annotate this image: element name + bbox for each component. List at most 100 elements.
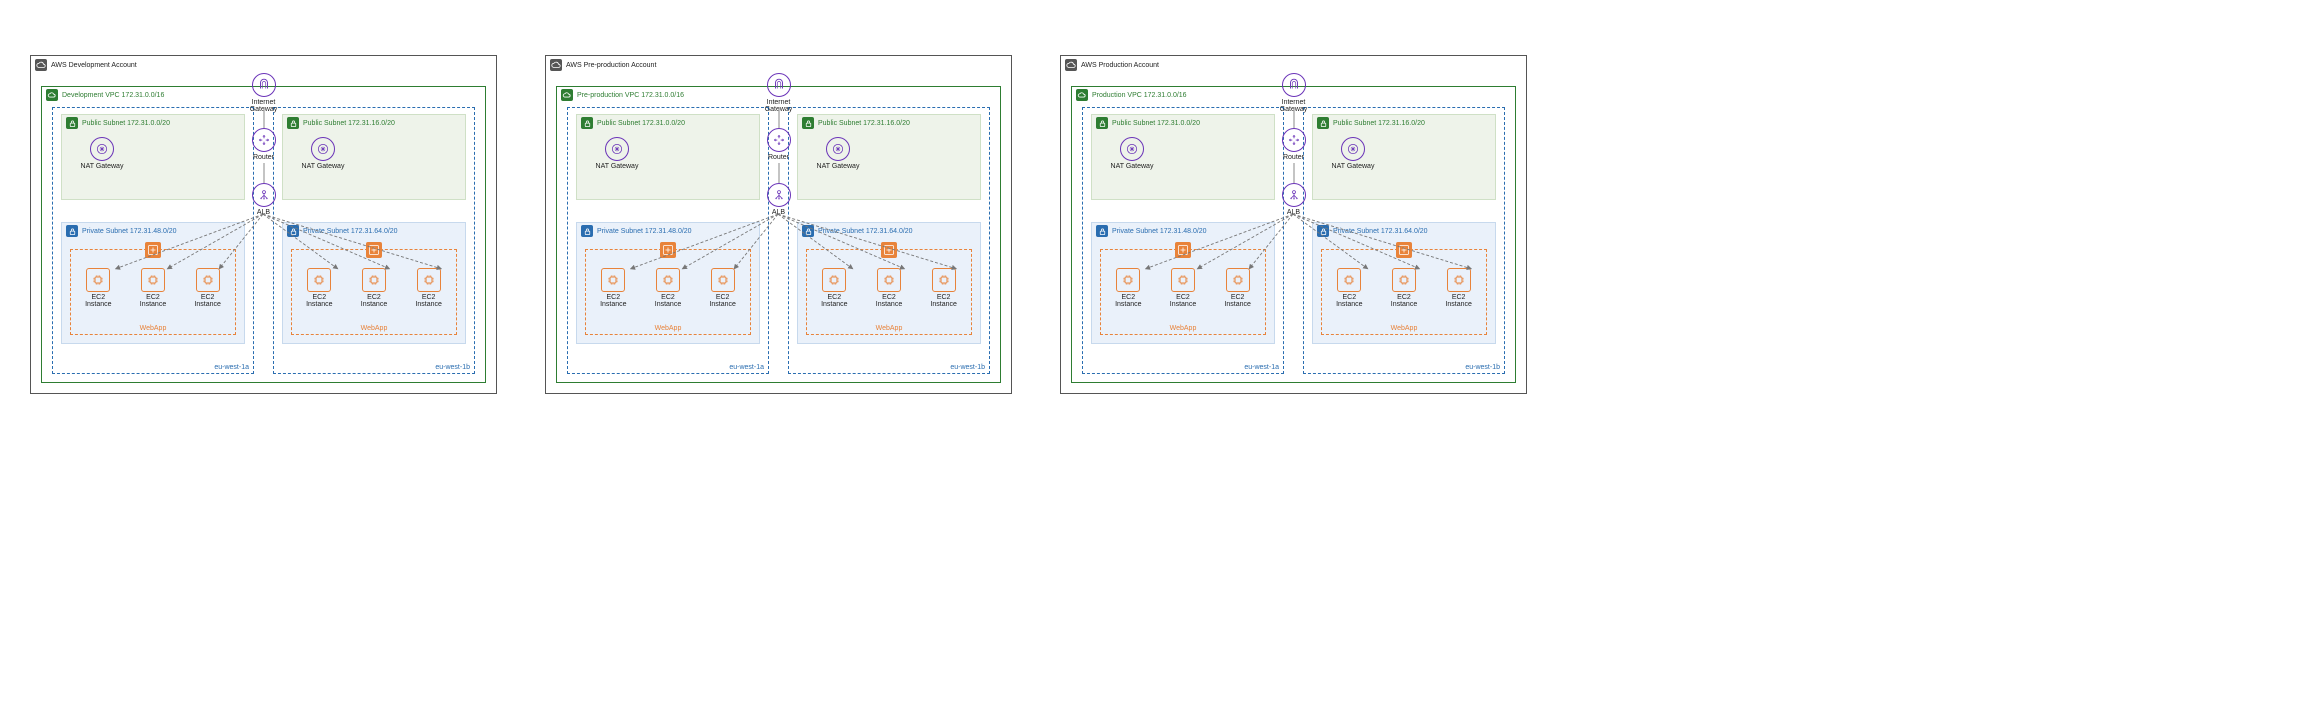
alb: ALB [1272,183,1316,216]
ec2-label: EC2 Instance [1329,294,1369,308]
public-subnet-header: Public Subnet 172.31.16.0/20 [1313,115,1429,131]
nat-gateway: NAT Gateway [293,137,353,170]
router-icon [767,128,791,152]
internet-gateway-icon [767,73,791,97]
ec2-label: EC2 Instance [1218,294,1258,308]
nat-gateway-label: NAT Gateway [1323,163,1383,170]
ec2-label: EC2 Instance [299,294,339,308]
ec2-label: EC2 Instance [78,294,118,308]
public-subnet: Public Subnet 172.31.0.0/20 NAT Gateway [61,114,245,200]
vpc: Pre-production VPC 172.31.0.0/16 Public … [556,86,1001,383]
private-subnet-header: Private Subnet 172.31.48.0/20 [577,223,696,239]
private-subnet-label: Private Subnet 172.31.64.0/20 [303,228,398,235]
lock-icon [1096,225,1108,237]
az-label: eu-west-1a [729,364,764,371]
ec2-label: EC2 Instance [133,294,173,308]
auto-scaling-group: EC2 Instance EC2 Instance EC2 Instance Web… [1100,249,1266,335]
connector-line [1293,107,1294,129]
connector-line [263,163,264,183]
alb: ALB [757,183,801,216]
router-icon [1282,128,1306,152]
alb-label: ALB [1272,209,1316,216]
ec2-row: EC2 InstanceEC2 InstanceEC2 Instance [71,268,235,308]
ec2-icon [1447,268,1471,292]
availability-zone: Public Subnet 172.31.16.0/20 NAT Gateway… [1303,107,1505,374]
nat-gateway-label: NAT Gateway [1102,163,1162,170]
router-label: Router [757,154,801,161]
alb-icon [252,183,276,207]
nat-gateway-icon [311,137,335,161]
az-label: eu-west-1b [435,364,470,371]
ec2-icon [932,268,956,292]
vpc-header: Production VPC 172.31.0.0/16 [1072,87,1191,103]
router: Router [757,128,801,161]
internet-gateway-icon [1282,73,1306,97]
account-title: AWS Production Account [1081,62,1159,69]
alb-icon [767,183,791,207]
ec2-instance: EC2 Instance [354,268,394,308]
public-subnet: Public Subnet 172.31.0.0/20 NAT Gateway [1091,114,1275,200]
lock-icon [1096,117,1108,129]
ec2-instance: EC2 Instance [1108,268,1148,308]
availability-zone: Public Subnet 172.31.16.0/20 NAT Gateway… [788,107,990,374]
lock-icon [802,117,814,129]
vpc-icon [1076,89,1088,101]
vpc: Development VPC 172.31.0.0/16 Public Sub… [41,86,486,383]
cloud-icon [1065,59,1077,71]
auto-scaling-group-icon [660,242,676,258]
availability-zone: Public Subnet 172.31.0.0/20 NAT Gateway … [1082,107,1284,374]
ec2-icon [877,268,901,292]
nat-gateway-label: NAT Gateway [587,163,647,170]
public-subnet-header: Public Subnet 172.31.16.0/20 [798,115,914,131]
ec2-instance: EC2 Instance [1384,268,1424,308]
ec2-row: EC2 InstanceEC2 InstanceEC2 Instance [586,268,750,308]
router-label: Router [1272,154,1316,161]
nat-gateway-label: NAT Gateway [808,163,868,170]
auto-scaling-group-icon [881,242,897,258]
account-header: AWS Production Account [1061,56,1163,74]
nat-gateway: NAT Gateway [808,137,868,170]
public-subnet-label: Public Subnet 172.31.16.0/20 [1333,120,1425,127]
availability-zone: Public Subnet 172.31.0.0/20 NAT Gateway … [52,107,254,374]
ec2-instance: EC2 Instance [1439,268,1479,308]
ec2-icon [822,268,846,292]
private-subnet: Private Subnet 172.31.48.0/20 EC2 Instan… [1091,222,1275,344]
nat-gateway: NAT Gateway [1323,137,1383,170]
ec2-instance: EC2 Instance [924,268,964,308]
webapp-label: WebApp [71,325,235,332]
lock-icon [1317,117,1329,129]
lock-icon [66,225,78,237]
lock-icon [66,117,78,129]
public-subnet: Public Subnet 172.31.16.0/20 NAT Gateway [282,114,466,200]
aws-account: AWS Production Account Production VPC 17… [1060,55,1527,394]
private-subnet-label: Private Subnet 172.31.64.0/20 [1333,228,1428,235]
ec2-icon [601,268,625,292]
vpc-icon [46,89,58,101]
webapp-label: WebApp [292,325,456,332]
az-label: eu-west-1b [950,364,985,371]
lock-icon [287,225,299,237]
ec2-icon [417,268,441,292]
ec2-instance: EC2 Instance [299,268,339,308]
lock-icon [802,225,814,237]
connector-line [778,163,779,183]
router-label: Router [242,154,286,161]
cloud-icon [35,59,47,71]
auto-scaling-group-icon [145,242,161,258]
az-label: eu-west-1a [214,364,249,371]
ec2-label: EC2 Instance [593,294,633,308]
ec2-instance: EC2 Instance [1163,268,1203,308]
webapp-label: WebApp [1101,325,1265,332]
webapp-label: WebApp [1322,325,1486,332]
private-subnet-label: Private Subnet 172.31.64.0/20 [818,228,913,235]
alb-icon [1282,183,1306,207]
connector-line [263,107,264,129]
ec2-label: EC2 Instance [869,294,909,308]
account-title: AWS Development Account [51,62,137,69]
alb: ALB [242,183,286,216]
auto-scaling-group: EC2 InstanceEC2 InstanceEC2 Instance Web… [70,249,236,335]
ec2-icon [141,268,165,292]
auto-scaling-group-icon [1396,242,1412,258]
vpc-title: Production VPC 172.31.0.0/16 [1092,92,1187,99]
private-subnet-header: Private Subnet 172.31.64.0/20 [283,223,402,239]
